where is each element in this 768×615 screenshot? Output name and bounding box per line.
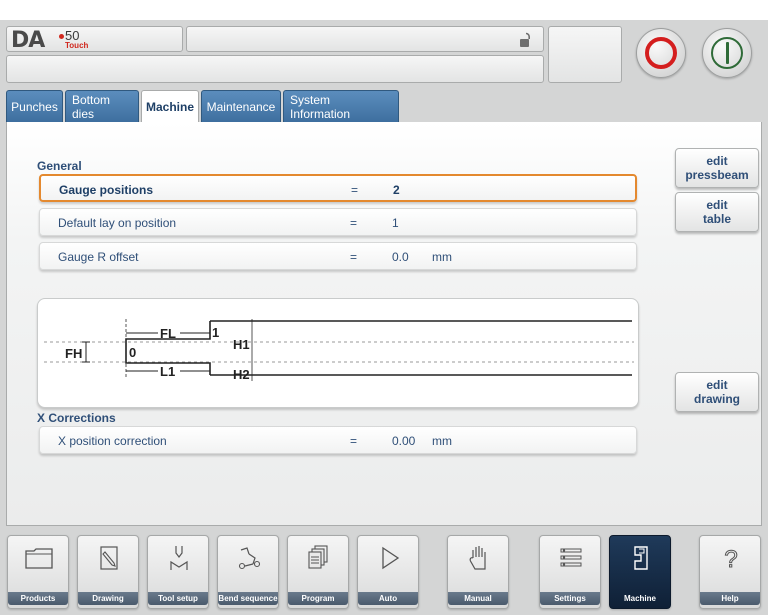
settings-icon [560, 548, 582, 567]
nav-label: Drawing [78, 592, 138, 605]
start-button[interactable] [702, 28, 752, 78]
nav-settings-button[interactable]: Settings [539, 535, 601, 609]
label-fh: FH [65, 346, 82, 361]
param-equals: = [350, 434, 358, 448]
label-l1: L1 [160, 364, 175, 379]
tab-bottom-dies[interactable]: Bottom dies [65, 90, 139, 122]
nav-products-button[interactable]: Products [7, 535, 69, 609]
param-label: Gauge positions [59, 183, 154, 197]
title-bar [186, 26, 544, 52]
edit-table-line1: edit [706, 198, 728, 212]
edit-drawing-line2: drawing [693, 392, 740, 406]
param-row-x-position-correction[interactable]: X position correction = 0.00 mm [39, 426, 637, 454]
param-label: Gauge R offset [58, 250, 139, 264]
gauge-drawing-svg: FL 1 H1 FH 0 L1 H2 [44, 319, 634, 382]
label-zero: 0 [129, 345, 136, 360]
nav-label: Bend sequence [218, 592, 278, 605]
machine-icon [634, 546, 648, 570]
param-equals: = [350, 250, 358, 264]
logo-sub: Touch [65, 41, 89, 50]
unlock-icon[interactable] [519, 32, 533, 48]
start-bar [726, 42, 729, 64]
stop-button[interactable] [636, 28, 686, 78]
nav-manual-button[interactable]: Manual [447, 535, 509, 609]
edit-pressbeam-line2: pressbeam [685, 168, 749, 182]
param-value: 1 [392, 216, 399, 230]
logo-brand: DA [11, 28, 45, 53]
nav-drawing-button[interactable]: Drawing [77, 535, 139, 609]
tab-maintenance[interactable]: Maintenance [201, 90, 281, 122]
nav-tool-setup-button[interactable]: Tool setup [147, 535, 209, 609]
tab-system-information[interactable]: System Information [283, 90, 399, 122]
param-label: Default lay on position [58, 216, 177, 230]
edit-pressbeam-button[interactable]: edit pressbeam [675, 148, 759, 188]
hand-icon [469, 546, 486, 570]
nav-label: Program [288, 592, 348, 605]
param-row-gauge-r-offset[interactable]: Gauge R offset = 0.0 mm [39, 242, 637, 270]
nav-label: Tool setup [148, 592, 208, 605]
edit-drawing-line1: edit [706, 378, 728, 392]
edit-table-button[interactable]: edit table [675, 192, 759, 232]
svg-text:?: ? [724, 546, 737, 572]
param-value: 0.0 [392, 250, 409, 264]
section-title-x-corrections: X Corrections [37, 411, 116, 425]
param-row-gauge-positions[interactable]: Gauge positions = 2 [39, 174, 637, 202]
nav-label: Products [8, 592, 68, 605]
nav-label: Machine [623, 594, 656, 603]
pencil-icon [100, 546, 118, 570]
bend-icon [238, 547, 261, 570]
nav-machine-button[interactable]: Machine [609, 535, 671, 609]
label-one: 1 [212, 325, 219, 340]
param-label: X position correction [58, 434, 167, 448]
nav-help-button[interactable]: ? Help [699, 535, 761, 609]
param-unit: mm [432, 434, 452, 448]
status-bar [6, 55, 544, 83]
param-unit: mm [432, 250, 452, 264]
tab-machine[interactable]: Machine [141, 90, 199, 123]
param-value: 0.00 [392, 434, 416, 448]
logo-dot-icon [59, 34, 64, 39]
label-fl: FL [160, 326, 176, 341]
label-h2: H2 [233, 367, 250, 382]
play-icon [382, 546, 400, 570]
edit-table-line2: table [702, 212, 731, 226]
param-equals: = [351, 183, 359, 197]
nav-label: Manual [448, 592, 508, 605]
help-icon: ? [724, 546, 738, 573]
edit-drawing-button[interactable]: edit drawing [675, 372, 759, 412]
label-h1: H1 [233, 337, 250, 352]
app-window: DA 50 Touch Punches Bottom dies Machine … [0, 20, 768, 615]
nav-program-button[interactable]: Program [287, 535, 349, 609]
logo-box: DA 50 Touch [6, 26, 183, 53]
tab-bar: Punches Bottom dies Machine Maintenance … [6, 90, 401, 123]
tab-punches[interactable]: Punches [6, 90, 63, 122]
content-panel: General Gauge positions = 2 Default lay … [6, 122, 762, 526]
param-row-default-lay-on-position[interactable]: Default lay on position = 1 [39, 208, 637, 236]
info-box [548, 26, 622, 83]
section-title-general: General [37, 159, 82, 173]
nav-bend-sequence-button[interactable]: Bend sequence [217, 535, 279, 609]
stop-icon [645, 37, 677, 69]
program-icon [308, 545, 328, 569]
nav-label: Auto [358, 592, 418, 605]
edit-pressbeam-line1: edit [706, 154, 728, 168]
gauge-drawing: FL 1 H1 FH 0 L1 H2 [37, 298, 639, 408]
param-equals: = [350, 216, 358, 230]
nav-label: Help [700, 592, 760, 605]
folder-icon [25, 548, 53, 569]
tool-icon [170, 546, 188, 570]
param-value: 2 [393, 183, 400, 197]
nav-auto-button[interactable]: Auto [357, 535, 419, 609]
nav-label: Settings [540, 592, 600, 605]
